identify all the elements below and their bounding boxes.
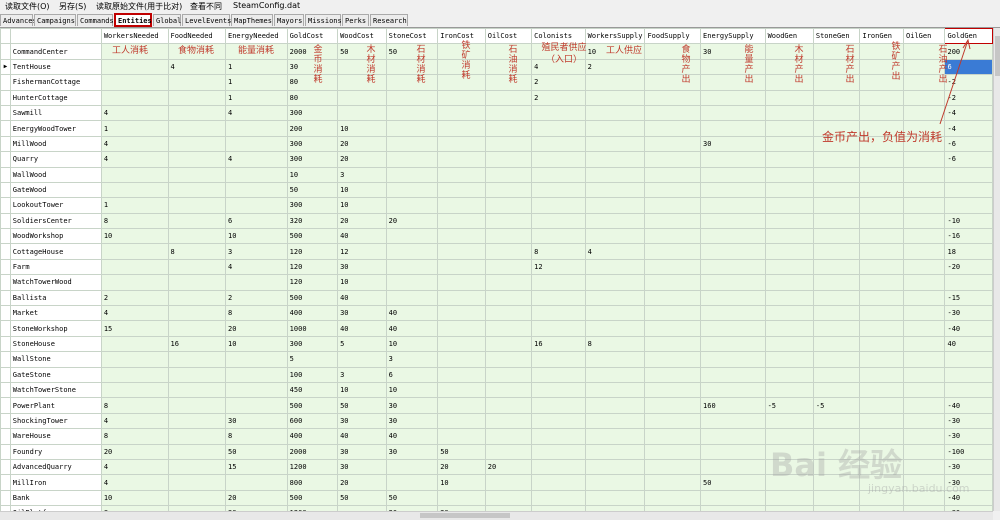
horizontal-scroll-thumb[interactable] xyxy=(420,513,510,518)
watermark-url: jingyan.baidu.com xyxy=(868,482,970,495)
vertical-scrollbar[interactable] xyxy=(993,28,1000,511)
watermark: Bai 经验 xyxy=(770,446,903,484)
vertical-scroll-thumb[interactable] xyxy=(995,36,1000,76)
